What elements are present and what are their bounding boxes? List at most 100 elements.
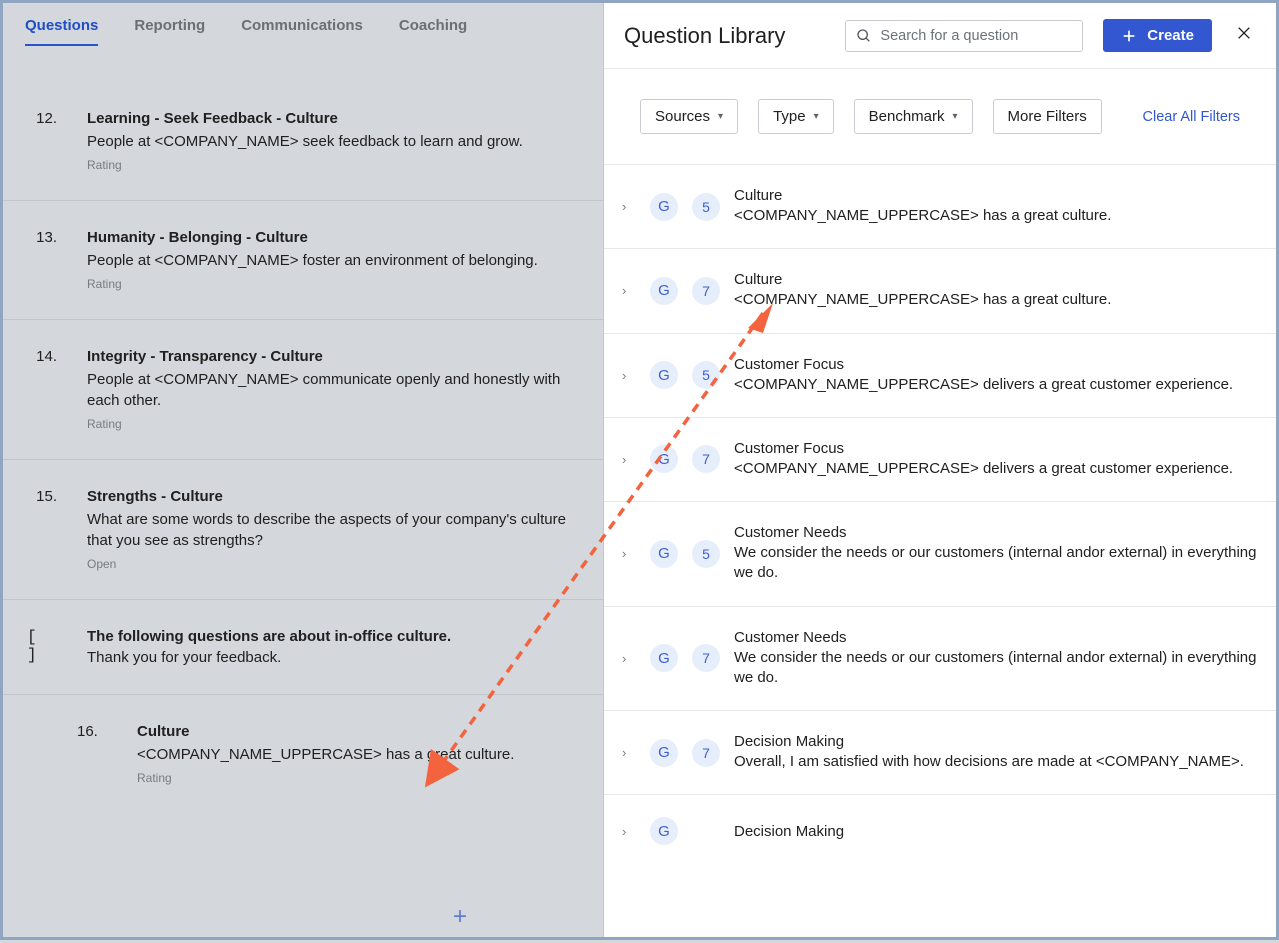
question-item[interactable]: 15. Strengths - Culture What are some wo… xyxy=(3,459,603,599)
library-category: Customer Focus xyxy=(734,356,1258,373)
library-item[interactable]: › G 5 Culture <COMPANY_NAME_UPPERCASE> h… xyxy=(604,165,1276,248)
chevron-down-icon: ▾ xyxy=(718,111,723,122)
question-number: 15. xyxy=(27,488,57,571)
question-type: Open xyxy=(87,557,579,571)
tab-communications[interactable]: Communications xyxy=(241,17,363,46)
question-title: Culture xyxy=(137,723,579,740)
chevron-right-icon[interactable]: › xyxy=(622,651,636,666)
type-filter[interactable]: Type▾ xyxy=(758,99,834,134)
question-list: 12. Learning - Seek Feedback - Culture P… xyxy=(3,46,603,937)
question-title: Strengths - Culture xyxy=(87,488,579,505)
question-description: What are some words to describe the aspe… xyxy=(87,509,579,551)
count-badge: 5 xyxy=(692,540,720,568)
question-number: 12. xyxy=(27,110,57,172)
question-description: People at <COMPANY_NAME> communicate ope… xyxy=(87,369,579,411)
count-badge: 7 xyxy=(692,644,720,672)
search-field[interactable] xyxy=(845,20,1083,52)
library-category: Culture xyxy=(734,271,1258,288)
source-badge: G xyxy=(650,644,678,672)
filters-row: Sources▾ Type▾ Benchmark▾ More Filters C… xyxy=(604,69,1276,165)
library-category: Decision Making xyxy=(734,823,1258,840)
library-item[interactable]: › G 5 Customer Needs We consider the nee… xyxy=(604,501,1276,606)
library-category: Decision Making xyxy=(734,733,1258,750)
library-description: We consider the needs or our customers (… xyxy=(734,543,1258,584)
library-description: <COMPANY_NAME_UPPERCASE> delivers a grea… xyxy=(734,459,1258,479)
question-item[interactable]: 16. Culture <COMPANY_NAME_UPPERCASE> has… xyxy=(3,694,603,813)
survey-questions-pane: Questions Reporting Communications Coach… xyxy=(3,3,603,937)
question-description: People at <COMPANY_NAME> seek feedback t… xyxy=(87,131,579,152)
question-item[interactable]: 14. Integrity - Transparency - Culture P… xyxy=(3,319,603,459)
source-badge: G xyxy=(650,361,678,389)
tab-questions[interactable]: Questions xyxy=(25,17,98,46)
count-badge: 5 xyxy=(692,193,720,221)
section-header[interactable]: [ ] The following questions are about in… xyxy=(3,599,603,694)
library-category: Culture xyxy=(734,187,1258,204)
library-item[interactable]: › G Decision Making xyxy=(604,794,1276,845)
close-icon xyxy=(1236,25,1252,41)
chevron-right-icon[interactable]: › xyxy=(622,283,636,298)
search-icon xyxy=(856,28,872,44)
section-icon: [ ] xyxy=(27,628,57,666)
question-item[interactable]: 13. Humanity - Belonging - Culture Peopl… xyxy=(3,200,603,319)
chevron-down-icon: ▾ xyxy=(953,111,958,122)
library-item[interactable]: › G 7 Customer Focus <COMPANY_NAME_UPPER… xyxy=(604,417,1276,501)
chevron-right-icon[interactable]: › xyxy=(622,368,636,383)
tab-reporting[interactable]: Reporting xyxy=(134,17,205,46)
count-badge: 7 xyxy=(692,277,720,305)
question-title: Integrity - Transparency - Culture xyxy=(87,348,579,365)
library-category: Customer Needs xyxy=(734,524,1258,541)
plus-icon xyxy=(1121,28,1137,44)
library-item[interactable]: › G 7 Culture <COMPANY_NAME_UPPERCASE> h… xyxy=(604,248,1276,332)
question-type: Rating xyxy=(87,158,579,172)
chevron-right-icon[interactable]: › xyxy=(622,745,636,760)
count-badge: 7 xyxy=(692,445,720,473)
library-item[interactable]: › G 7 Customer Needs We consider the nee… xyxy=(604,606,1276,711)
close-button[interactable] xyxy=(1232,25,1256,46)
question-library-panel: Question Library Create Sources▾ Type▾ B… xyxy=(603,3,1276,937)
tab-coaching[interactable]: Coaching xyxy=(399,17,467,46)
question-number: 14. xyxy=(27,348,57,431)
section-title: The following questions are about in-off… xyxy=(87,628,579,645)
library-description: <COMPANY_NAME_UPPERCASE> has a great cul… xyxy=(734,290,1258,310)
source-badge: G xyxy=(650,540,678,568)
clear-all-filters[interactable]: Clear All Filters xyxy=(1143,109,1241,125)
library-description: <COMPANY_NAME_UPPERCASE> delivers a grea… xyxy=(734,375,1258,395)
top-tabs: Questions Reporting Communications Coach… xyxy=(3,3,603,46)
chevron-right-icon[interactable]: › xyxy=(622,452,636,467)
source-badge: G xyxy=(650,277,678,305)
benchmark-filter[interactable]: Benchmark▾ xyxy=(854,99,973,134)
question-type: Rating xyxy=(87,277,579,291)
library-description: Overall, I am satisfied with how decisio… xyxy=(734,752,1258,772)
section-subtitle: Thank you for your feedback. xyxy=(87,649,579,666)
library-item[interactable]: › G 5 Customer Focus <COMPANY_NAME_UPPER… xyxy=(604,333,1276,417)
source-badge: G xyxy=(650,193,678,221)
source-badge: G xyxy=(650,445,678,473)
add-question-icon[interactable]: + xyxy=(453,903,467,931)
question-type: Rating xyxy=(87,417,579,431)
question-description: <COMPANY_NAME_UPPERCASE> has a great cul… xyxy=(137,744,579,765)
chevron-right-icon[interactable]: › xyxy=(622,199,636,214)
question-title: Humanity - Belonging - Culture xyxy=(87,229,579,246)
create-label: Create xyxy=(1147,27,1194,44)
question-title: Learning - Seek Feedback - Culture xyxy=(87,110,579,127)
library-description: <COMPANY_NAME_UPPERCASE> has a great cul… xyxy=(734,206,1258,226)
more-filters[interactable]: More Filters xyxy=(993,99,1102,134)
count-badge: 7 xyxy=(692,739,720,767)
question-description: People at <COMPANY_NAME> foster an envir… xyxy=(87,250,579,271)
chevron-right-icon[interactable]: › xyxy=(622,546,636,561)
library-item[interactable]: › G 7 Decision Making Overall, I am sati… xyxy=(604,710,1276,794)
source-badge: G xyxy=(650,739,678,767)
create-button[interactable]: Create xyxy=(1103,19,1212,52)
source-badge: G xyxy=(650,817,678,845)
library-description: We consider the needs or our customers (… xyxy=(734,648,1258,689)
question-item[interactable]: 12. Learning - Seek Feedback - Culture P… xyxy=(3,82,603,200)
search-input[interactable] xyxy=(880,28,1072,44)
library-category: Customer Focus xyxy=(734,440,1258,457)
sources-filter[interactable]: Sources▾ xyxy=(640,99,738,134)
question-type: Rating xyxy=(137,771,579,785)
question-number: 13. xyxy=(27,229,57,291)
chevron-right-icon[interactable]: › xyxy=(622,824,636,839)
library-list: › G 5 Culture <COMPANY_NAME_UPPERCASE> h… xyxy=(604,165,1276,937)
chevron-down-icon: ▾ xyxy=(814,111,819,122)
library-category: Customer Needs xyxy=(734,629,1258,646)
